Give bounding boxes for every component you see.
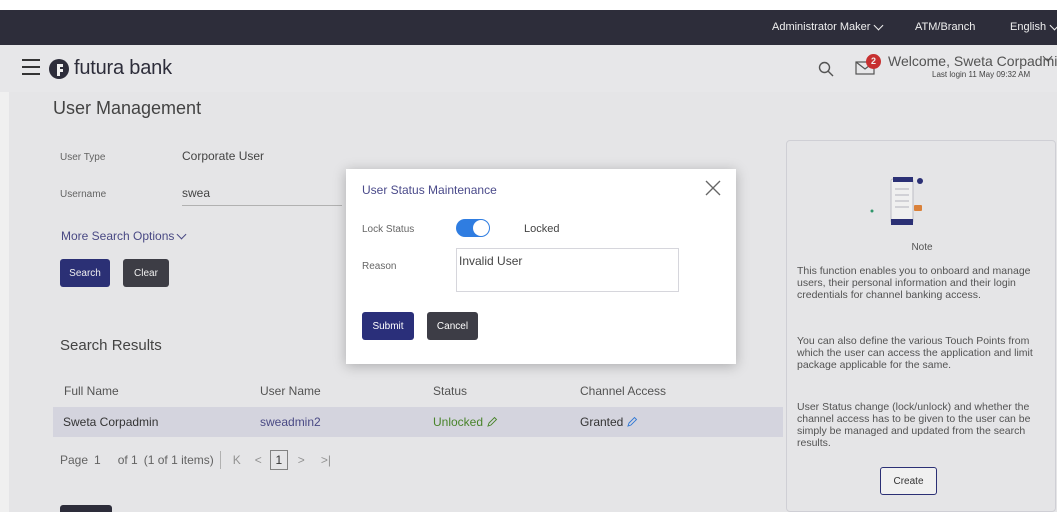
lock-status-value: Locked xyxy=(524,223,560,235)
lock-status-label: Lock Status xyxy=(362,224,415,235)
modal-title: User Status Maintenance xyxy=(362,183,497,197)
reason-label: Reason xyxy=(362,261,397,272)
reason-textarea[interactable]: Invalid User xyxy=(456,248,679,292)
close-icon[interactable] xyxy=(704,179,722,197)
user-status-modal: User Status Maintenance Lock Status Lock… xyxy=(346,169,736,364)
top-strip xyxy=(0,0,1057,10)
cancel-button[interactable]: Cancel xyxy=(427,312,478,340)
submit-button[interactable]: Submit xyxy=(362,312,414,340)
lock-status-toggle[interactable] xyxy=(456,219,490,237)
